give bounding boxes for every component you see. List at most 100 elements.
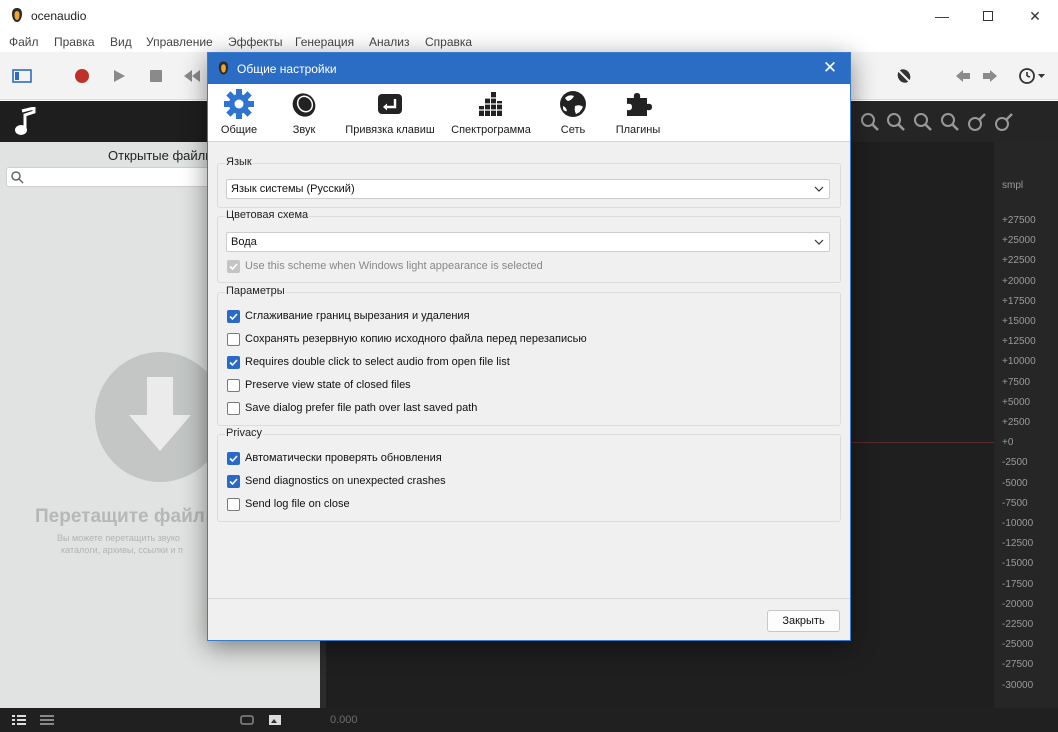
zoom-selection-icon[interactable] [940, 112, 960, 132]
parameter-checkbox[interactable]: Сохранять резервную копию исходного файл… [227, 331, 587, 347]
color-scheme-select[interactable]: Вода [226, 232, 830, 252]
checkbox-box [227, 497, 240, 511]
menu-control[interactable]: Управление [146, 35, 213, 49]
minimize-button[interactable]: — [919, 0, 965, 32]
menu-help[interactable]: Справка [425, 35, 472, 49]
tab-label: Плагины [615, 124, 661, 136]
scale-tick-label: -15000 [1002, 558, 1034, 570]
tab-label: Спектрограмма [451, 124, 531, 136]
tab-sound[interactable]: Звук [286, 88, 322, 140]
scale-tick-label: +22500 [1002, 255, 1036, 267]
scale-unit: smpl [1002, 180, 1024, 191]
detail-view-icon[interactable] [40, 714, 54, 726]
zoom-out-icon[interactable] [886, 112, 906, 132]
settings-tabs: Общие Звук Привязка клавиш Спектрограмма… [208, 84, 850, 142]
chevron-down-icon [814, 239, 824, 245]
check-icon [229, 262, 238, 270]
rewind-icon [184, 70, 200, 82]
tab-network[interactable]: Сеть [555, 88, 591, 140]
scale-tick-label: -5000 [1002, 477, 1028, 489]
checkbox-label: Сохранять резервную копию исходного файл… [245, 333, 587, 345]
scale-tick-label: -2500 [1002, 457, 1028, 469]
vertical-zoom-in-icon[interactable] [967, 112, 987, 132]
history-button[interactable] [1017, 66, 1047, 86]
sidebar-toggle-button[interactable] [12, 66, 32, 86]
tab-spectrogram[interactable]: Спектрограмма [451, 88, 531, 140]
checkbox-box [227, 355, 240, 369]
forward-button[interactable] [980, 66, 1000, 86]
checkbox-box [227, 378, 240, 392]
puzzle-icon [627, 93, 652, 116]
stop-icon [150, 70, 162, 82]
status-bar: 0.000 [0, 708, 1058, 732]
parameters-group-label: Параметры [225, 285, 286, 297]
close-window-button[interactable]: ✕ [1012, 0, 1058, 32]
scale-tick-label: +10000 [1002, 356, 1036, 368]
checkbox-label: Сглаживание границ вырезания и удаления [245, 310, 470, 322]
menu-edit[interactable]: Правка [54, 35, 95, 49]
play-button[interactable] [109, 66, 129, 86]
list-view-icon[interactable] [12, 714, 26, 726]
language-select[interactable]: Язык системы (Русский) [226, 179, 830, 199]
rewind-button[interactable] [182, 66, 202, 86]
scale-tick-label: -22500 [1002, 619, 1034, 630]
check-icon [229, 477, 238, 485]
zoom-in-icon[interactable] [860, 112, 880, 132]
record-button[interactable] [72, 66, 92, 86]
dialog-titlebar: Общие настройки ✕ [208, 53, 850, 84]
scale-tick-label: -27500 [1002, 659, 1034, 671]
tab-label: Звук [292, 124, 316, 136]
scale-tick-label: -7500 [1002, 497, 1028, 509]
tab-label: Сеть [560, 124, 586, 136]
window-titlebar: ocenaudio — ✕ [0, 0, 1058, 32]
download-arrow-icon [129, 377, 191, 451]
scale-tick-label: +2500 [1002, 417, 1031, 428]
privacy-checkbox[interactable]: Автоматически проверять обновления [227, 450, 442, 466]
checkbox-box [227, 259, 240, 273]
parameter-checkbox[interactable]: Requires double click to select audio fr… [227, 354, 510, 370]
spectrogram-icon [478, 92, 504, 116]
parameter-checkbox[interactable]: Сглаживание границ вырезания и удаления [227, 308, 470, 324]
image-icon[interactable] [268, 714, 282, 726]
menu-generate[interactable]: Генерация [295, 35, 354, 49]
tab-plugins[interactable]: Плагины [613, 88, 663, 140]
zoom-fit-icon[interactable] [913, 112, 933, 132]
scale-tick-label: +17500 [1002, 295, 1036, 307]
drop-zone-graphic [95, 352, 225, 482]
checkbox-box [227, 332, 240, 346]
close-button[interactable]: Закрыть [767, 610, 840, 632]
back-button[interactable] [953, 66, 973, 86]
menu-analysis[interactable]: Анализ [369, 35, 410, 49]
dialog-footer: Закрыть [208, 598, 850, 640]
parameter-checkbox[interactable]: Save dialog prefer file path over last s… [227, 400, 477, 416]
vertical-zoom-out-icon[interactable] [994, 112, 1014, 132]
dialog-close-button[interactable]: ✕ [820, 58, 840, 78]
scale-tick-label: -30000 [1002, 679, 1034, 691]
tab-general[interactable]: Общие [220, 88, 258, 140]
language-group-label: Язык [225, 156, 253, 168]
checkbox-label: Requires double click to select audio fr… [245, 356, 510, 368]
privacy-checkbox[interactable]: Send diagnostics on unexpected crashes [227, 473, 446, 489]
menu-view[interactable]: Вид [110, 35, 132, 49]
history-icon [1019, 68, 1045, 84]
window-title: ocenaudio [31, 9, 87, 23]
scale-tick-label: +5000 [1002, 396, 1031, 408]
parameter-checkbox[interactable]: Preserve view state of closed files [227, 377, 411, 393]
menu-effects[interactable]: Эффекты [228, 35, 283, 49]
noise-button[interactable] [894, 66, 914, 86]
file-search-input[interactable] [6, 167, 226, 187]
settings-dialog: Общие настройки ✕ Общие Звук Привязка кл… [207, 52, 851, 641]
scale-tick-label: -17500 [1002, 578, 1034, 590]
general-settings-page: Язык Язык системы (Русский) Цветовая схе… [208, 143, 850, 598]
menu-file[interactable]: Файл [9, 35, 39, 49]
privacy-checkbox[interactable]: Send log file on close [227, 496, 350, 512]
link-icon[interactable] [240, 714, 254, 726]
drop-zone-hint: Вы можете перетащить звуко каталоги, арх… [57, 532, 183, 556]
stop-button[interactable] [146, 66, 166, 86]
scale-tick-label: -25000 [1002, 639, 1034, 651]
minimize-icon: — [935, 8, 949, 24]
tab-key-bindings[interactable]: Привязка клавиш [344, 88, 436, 140]
check-icon [229, 312, 238, 320]
open-files-title: Открытые файлы [108, 148, 215, 163]
maximize-button[interactable] [965, 0, 1011, 32]
